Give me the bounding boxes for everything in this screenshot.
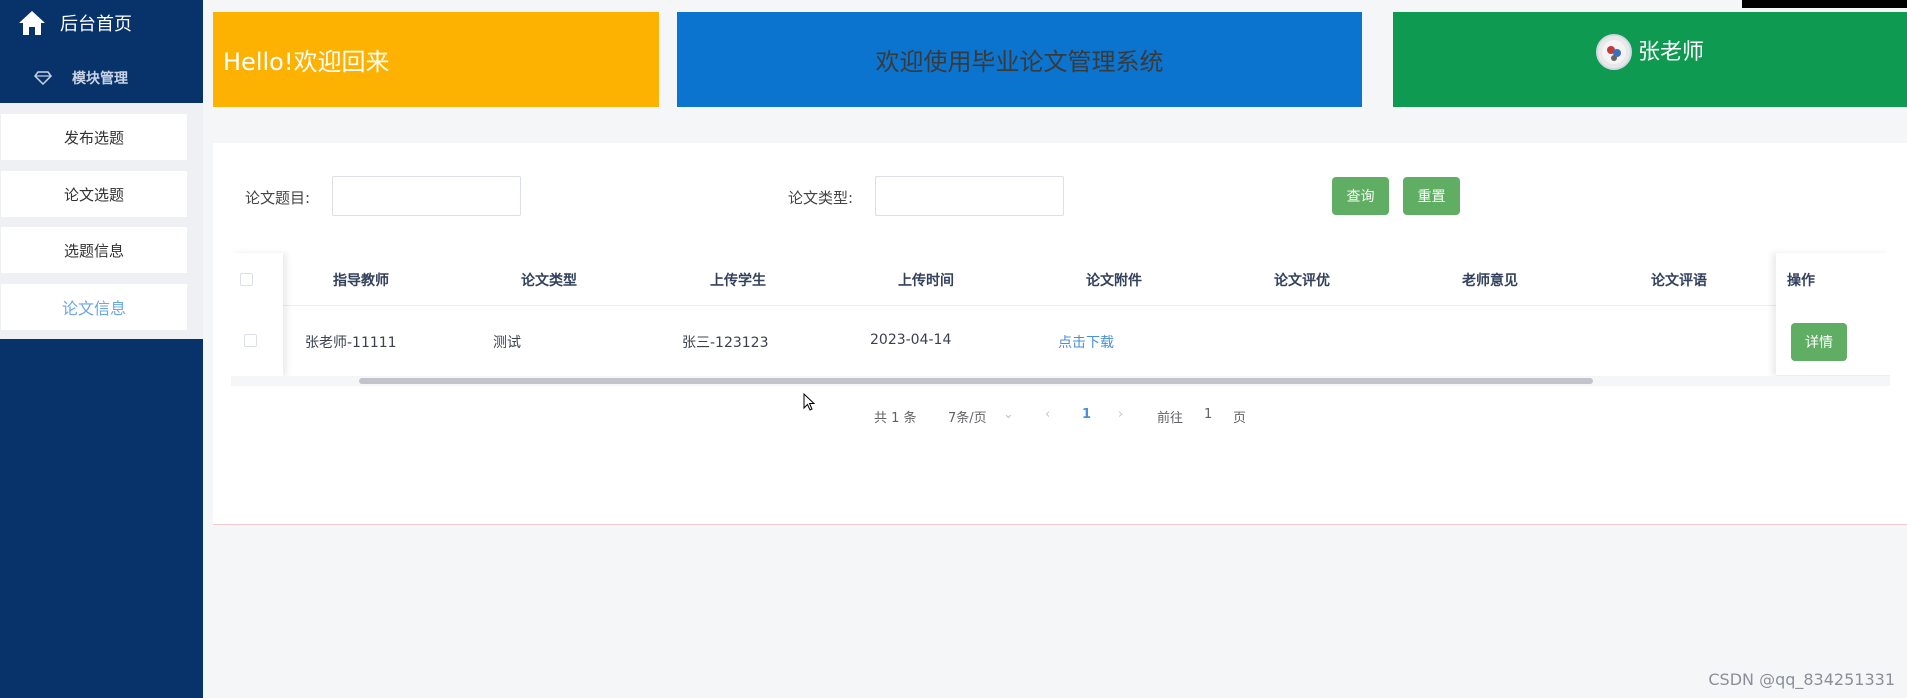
sidebar: 后台首页 模块管理 发布选题 论文选题 选题信息 论文信息	[0, 0, 203, 698]
goto-suffix: 页	[1233, 411, 1247, 426]
scrollbar-thumb[interactable]	[359, 378, 1593, 384]
avatar[interactable]	[1595, 34, 1632, 70]
page-size-select[interactable]: 7条/页	[948, 407, 987, 426]
sidebar-item-label: 论文选题	[63, 185, 124, 204]
goto-page-input[interactable]: 1	[1204, 407, 1212, 422]
sidebar-item-topic-info[interactable]: 选题信息	[1, 227, 187, 273]
table-fixed-right: 操作 详情	[1776, 253, 1890, 376]
cell-student: 张三-123123	[682, 335, 769, 351]
column-header-time[interactable]: 上传时间	[898, 270, 954, 290]
thesis-title-label: 论文题目:	[245, 189, 311, 207]
column-header-teacher[interactable]: 指导教师	[333, 270, 389, 290]
reset-button[interactable]: 重置	[1403, 177, 1460, 215]
goto-prefix: 前往	[1157, 411, 1184, 426]
sidebar-item-thesis-info[interactable]: 论文信息	[1, 284, 187, 330]
diamond-icon	[34, 71, 52, 85]
select-all-checkbox[interactable]	[240, 273, 253, 286]
column-header-student[interactable]: 上传学生	[710, 270, 766, 290]
pagination-total: 共 1 条	[874, 411, 917, 426]
user-card: 张老师	[1393, 12, 1907, 107]
sidebar-item-label: 发布选题	[63, 128, 124, 147]
sidebar-home[interactable]: 后台首页	[18, 8, 132, 38]
user-name: 张老师	[1637, 40, 1704, 65]
cell-time: 2023-04-14	[870, 332, 952, 348]
column-header-type[interactable]: 论文类型	[521, 270, 577, 290]
column-header-excellent[interactable]: 论文评优	[1274, 270, 1330, 290]
sidebar-item-label: 选题信息	[63, 241, 124, 260]
thesis-type-label: 论文类型:	[788, 189, 854, 207]
prev-page-icon[interactable]: ‹	[1045, 407, 1050, 422]
query-button[interactable]: 查询	[1332, 177, 1389, 215]
download-link[interactable]: 点击下载	[1058, 332, 1114, 352]
sidebar-item-label: 论文信息	[61, 299, 126, 318]
page-number-current[interactable]: 1	[1082, 407, 1091, 422]
sidebar-group-label: 模块管理	[72, 71, 128, 87]
welcome-card: Hello!欢迎回来	[213, 12, 659, 107]
thesis-type-input[interactable]	[875, 176, 1064, 216]
sidebar-submenu: 发布选题 论文选题 选题信息 论文信息	[0, 103, 203, 339]
column-header-action: 操作	[1787, 273, 1815, 289]
sidebar-group-module[interactable]: 模块管理	[34, 66, 128, 90]
chevron-down-icon[interactable]: ⌄	[1003, 407, 1014, 422]
system-title-card: 欢迎使用毕业论文管理系统	[677, 12, 1362, 107]
system-title: 欢迎使用毕业论文管理系统	[875, 48, 1164, 76]
top-black-bar	[1742, 0, 1907, 8]
mouse-cursor-icon	[803, 393, 815, 411]
row-checkbox[interactable]	[244, 334, 257, 347]
watermark: CSDN @qq_834251331	[1708, 670, 1895, 689]
welcome-text: Hello!欢迎回来	[223, 48, 390, 76]
column-header-attachment[interactable]: 论文附件	[1086, 270, 1142, 290]
sidebar-home-label: 后台首页	[60, 14, 132, 35]
table-fixed-left	[231, 253, 283, 376]
table-header: 指导教师 论文类型 上传学生 上传时间 论文附件 论文评优 老师意见 论文评语	[283, 253, 1776, 306]
sidebar-item-thesis-topic[interactable]: 论文选题	[1, 171, 187, 217]
avatar-icon	[1601, 40, 1626, 64]
next-page-icon[interactable]: ›	[1118, 407, 1123, 422]
cell-teacher: 张老师-11111	[305, 335, 397, 351]
home-icon	[19, 11, 45, 35]
column-header-opinion[interactable]: 老师意见	[1462, 270, 1518, 290]
cell-type: 测试	[493, 335, 521, 351]
detail-button[interactable]: 详情	[1791, 323, 1847, 361]
table-row: 张老师-11111 测试 张三-123123 2023-04-14 点击下载	[283, 312, 1776, 372]
column-header-comment[interactable]: 论文评语	[1651, 270, 1707, 290]
sidebar-item-publish-topic[interactable]: 发布选题	[1, 114, 187, 160]
thesis-title-input[interactable]	[332, 176, 521, 216]
